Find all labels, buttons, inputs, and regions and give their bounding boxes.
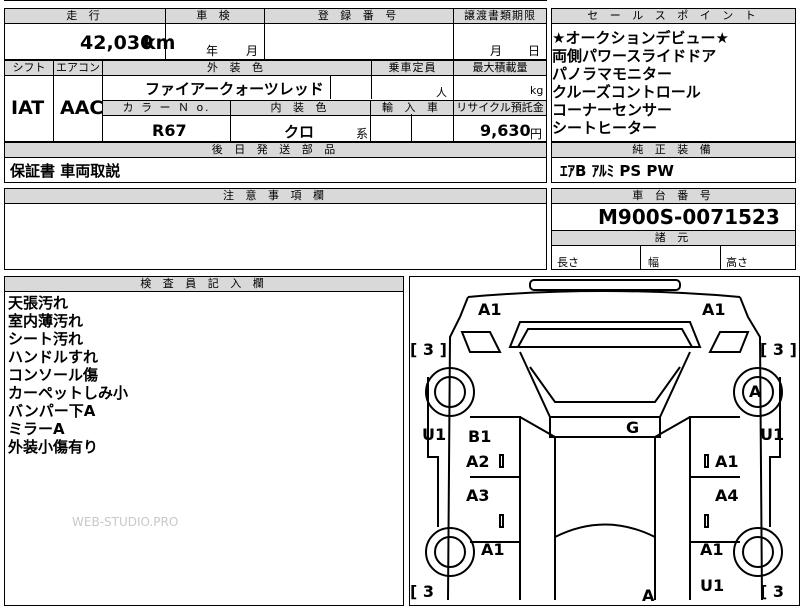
door-handle-left-rear: [499, 514, 504, 528]
damage-a1-rear-right: A1: [700, 540, 724, 559]
inspector-list: 天張汚れ 室内薄汚れ シート汚れ ハンドルすれ コンソール傷 カーペットしみ小 …: [8, 294, 128, 456]
door-handle-right-front: [704, 454, 709, 468]
shift-value: IAT: [11, 97, 45, 119]
chassis-number: M900S-0071523: [598, 205, 780, 229]
sales-points-header: セ ー ル ス ポ イ ン ト: [552, 9, 795, 24]
rear-window: [554, 523, 656, 538]
shift-header: シフト: [5, 61, 53, 76]
mileage-header: 走 行: [5, 9, 165, 24]
transfer-header: 譲渡書類期限: [454, 9, 546, 24]
damage-a-rear: A: [642, 586, 655, 605]
ext-color-header: 外 装 色: [103, 61, 371, 76]
door-handle-right-rear: [704, 514, 709, 528]
colorno-value: R67: [152, 121, 187, 140]
inspector-item: バンパー下A: [8, 402, 96, 420]
tire-rear-right: [ 3: [760, 582, 785, 601]
damage-a1-front-left: A1: [478, 300, 502, 319]
aircon-value: AAC: [60, 97, 104, 119]
int-color-value: クロ: [284, 123, 315, 141]
transfer-day-label: 日: [528, 44, 541, 58]
damage-a1-rear-left: A1: [481, 540, 505, 559]
shaken-month-label: 月: [246, 44, 259, 58]
inspector-item: ミラーA: [8, 420, 65, 438]
damage-u1-right: U1: [760, 425, 785, 444]
int-color-suffix: 系: [356, 127, 369, 141]
mileage-unit: km: [143, 32, 176, 54]
wheel-rear-left-inner: [434, 536, 466, 568]
regno-header: 登 録 番 号: [265, 9, 453, 24]
tire-front-left: [ 3 ]: [410, 340, 447, 359]
int-color-header: 内 装 色: [231, 100, 370, 116]
shaken-year-label: 年: [206, 44, 219, 58]
inspector-item: ハンドルすれ: [8, 348, 99, 366]
capacity-unit: 人: [436, 86, 447, 99]
sales-point-item: コーナーセンサー: [552, 101, 673, 119]
dims-width-label: 幅: [648, 256, 659, 269]
equipment-value: ｴｱB ｱﾙﾐ PS PW: [560, 162, 674, 180]
later-parts-value: 保証書 車両取説: [10, 162, 121, 180]
recycle-header: リサイクル預託金: [454, 100, 546, 116]
shaken-header: 車 検: [166, 9, 264, 24]
colorno-header: カ ラ ー Ｎ o.: [103, 100, 230, 116]
cabin-outline: [519, 351, 691, 418]
transfer-month-label: 月: [490, 44, 503, 58]
right-doors: [689, 416, 740, 600]
wheel-rear-right: [733, 527, 783, 577]
mirror-right: [708, 331, 750, 353]
windshield-lower: [529, 366, 681, 403]
inspector-item: 室内薄汚れ: [8, 312, 84, 330]
maxload-header: 最大積載量: [454, 61, 546, 76]
dims-header: 諸 元: [552, 230, 795, 246]
damage-a4: A4: [715, 486, 739, 505]
capacity-header: 乗車定員: [372, 61, 453, 76]
sales-points-list: ★オークションデビュー★ 両側パワースライドドア パノラマモニター クルーズコン…: [552, 29, 729, 137]
damage-b1: B1: [468, 427, 492, 446]
recycle-value: 9,630: [480, 121, 531, 140]
damage-a3: A3: [466, 486, 490, 505]
damage-u1-left: U1: [422, 425, 447, 444]
import-header: 輸 入 車: [371, 100, 453, 116]
aircon-header: エアコン: [54, 61, 102, 76]
mirror-left: [460, 331, 502, 353]
hood-outline: [508, 321, 702, 348]
damage-a2: A2: [466, 452, 490, 471]
damage-a1-right-door: A1: [715, 452, 739, 471]
roof-panel: [554, 437, 656, 600]
damage-a1-front-right: A1: [702, 300, 726, 319]
inspector-item: 天張汚れ: [8, 294, 69, 312]
inspector-header: 検 査 員 記 入 欄: [5, 277, 403, 292]
damage-wheel-front-right: A: [749, 382, 762, 401]
chassis-header: 車 台 番 号: [552, 189, 795, 204]
windshield-outline: [516, 328, 694, 348]
inspector-item: シート汚れ: [8, 330, 84, 348]
maxload-unit: kg: [530, 84, 544, 97]
door-handle-left-front: [499, 454, 504, 468]
yen-unit: 円: [530, 127, 543, 141]
later-parts-header: 後 日 発 送 部 品: [5, 143, 546, 158]
tire-front-right: [ 3 ]: [760, 340, 797, 359]
damage-g: G: [626, 418, 640, 437]
sales-point-item: パノラマモニター: [552, 65, 673, 83]
notes-header: 注 意 事 項 欄: [5, 189, 546, 204]
wheel-rear-right-inner: [742, 536, 774, 568]
dims-length-label: 長さ: [557, 256, 579, 269]
sales-point-item: 両側パワースライドドア: [552, 47, 717, 65]
front-end-outline: [467, 290, 741, 298]
inspector-item: 外装小傷有り: [8, 438, 99, 456]
side-skirts: [519, 416, 691, 438]
inspector-item: コンソール傷: [8, 366, 99, 384]
sales-point-item: ★オークションデビュー★: [552, 29, 729, 47]
front-bumper-outline: [529, 279, 681, 291]
damage-u1-bottom: U1: [700, 576, 725, 595]
equipment-header: 純 正 装 備: [552, 143, 795, 158]
ext-color-value: ファイアークォーツレッド: [145, 80, 324, 98]
sales-point-item: クルーズコントロール: [552, 83, 701, 101]
roof-outline: [549, 417, 661, 438]
dims-height-label: 高さ: [726, 256, 748, 269]
sales-point-item: シートヒーター: [552, 119, 658, 137]
wheel-rear-left: [425, 527, 475, 577]
inspector-item: カーペットしみ小: [8, 384, 129, 402]
tire-rear-left: [ 3: [410, 582, 435, 601]
watermark: WEB-STUDIO.PRO: [72, 515, 179, 529]
